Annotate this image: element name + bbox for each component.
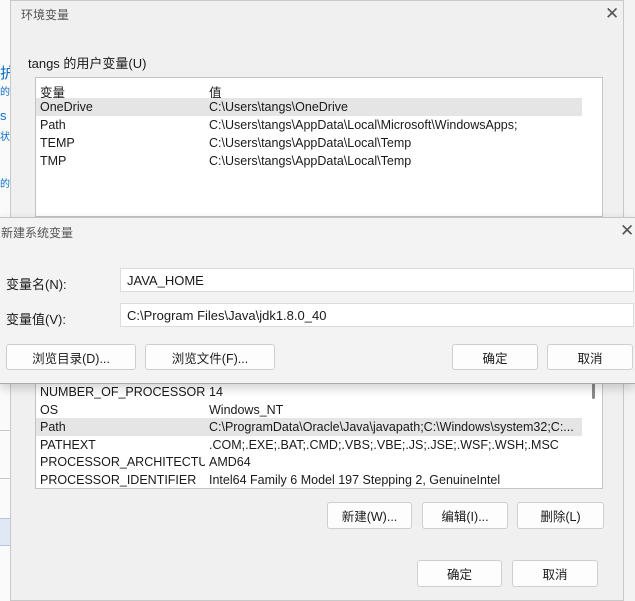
background-selection	[0, 518, 10, 546]
list-item[interactable]: PROCESSOR_ARCHITECTU... AMD64	[36, 453, 582, 471]
background-text: 的	[0, 87, 10, 98]
list-item[interactable]: Path C:\Users\tangs\AppData\Local\Micros…	[36, 116, 582, 134]
background-text: 状	[0, 132, 10, 143]
ok-button[interactable]: 确定	[417, 560, 502, 587]
ok-button[interactable]: 确定	[452, 344, 538, 370]
list-item[interactable]: PATHEXT .COM;.EXE;.BAT;.CMD;.VBS;.VBE;.J…	[36, 436, 582, 454]
list-item[interactable]: OneDrive C:\Users\tangs\OneDrive	[36, 98, 582, 116]
variable-value-input[interactable]	[120, 303, 634, 327]
background-divider	[0, 478, 10, 479]
list-item[interactable]: NUMBER_OF_PROCESSORS 14	[36, 383, 582, 401]
var-value: 14	[209, 385, 223, 399]
var-name: Path	[40, 420, 66, 434]
var-value: AMD64	[209, 455, 251, 469]
var-value: C:\Users\tangs\AppData\Local\Temp	[209, 136, 412, 150]
scrollbar-thumb[interactable]	[592, 383, 595, 399]
var-name: OS	[40, 403, 59, 417]
browse-file-button[interactable]: 浏览文件(F)...	[145, 344, 275, 370]
list-header: 变量 值	[36, 80, 582, 100]
cancel-button[interactable]: 取消	[512, 560, 598, 587]
list-item[interactable]: TEMP C:\Users\tangs\AppData\Local\Temp	[36, 134, 582, 152]
system-vars-list[interactable]: NUMBER_OF_PROCESSORS 14 OS Windows_NT Pa…	[35, 377, 603, 489]
var-value: C:\Users\tangs\OneDrive	[209, 100, 348, 114]
var-name: OneDrive	[40, 100, 93, 114]
var-value: C:\Users\tangs\AppData\Local\Temp	[209, 154, 412, 168]
var-value: Windows_NT	[209, 403, 284, 417]
var-name: Path	[40, 118, 66, 132]
close-icon[interactable]: ✕	[605, 4, 619, 24]
edit-button[interactable]: 编辑(I)...	[422, 502, 508, 529]
dialog-title: 环境变量	[21, 8, 70, 22]
background-text: s	[0, 108, 7, 123]
var-value: C:\Users\tangs\AppData\Local\Microsoft\W…	[209, 118, 518, 132]
list-item[interactable]: OS Windows_NT	[36, 401, 582, 419]
list-item[interactable]: TMP C:\Users\tangs\AppData\Local\Temp	[36, 152, 582, 170]
variable-name-input[interactable]	[120, 268, 634, 292]
list-item[interactable]: PROCESSOR_IDENTIFIER Intel64 Family 6 Mo…	[36, 471, 582, 489]
background-text: 的	[0, 179, 10, 190]
list-item[interactable]: Path C:\ProgramData\Oracle\Java\javapath…	[36, 418, 582, 436]
cancel-button[interactable]: 取消	[547, 344, 633, 370]
var-value: C:\ProgramData\Oracle\Java\javapath;C:\W…	[209, 420, 574, 434]
background-divider	[0, 430, 10, 431]
var-value: Intel64 Family 6 Model 197 Stepping 2, G…	[209, 473, 501, 487]
var-name: NUMBER_OF_PROCESSORS	[40, 385, 205, 399]
var-name: PROCESSOR_IDENTIFIER	[40, 473, 197, 487]
var-name: TMP	[40, 154, 67, 168]
dialog-title: 新建系统变量	[1, 226, 74, 240]
close-icon[interactable]: ✕	[620, 221, 634, 241]
browse-directory-button[interactable]: 浏览目录(D)...	[6, 344, 136, 370]
user-vars-group-label: tangs 的用户变量(U)	[28, 56, 147, 71]
delete-button[interactable]: 删除(L)	[517, 502, 604, 529]
new-button[interactable]: 新建(W)...	[327, 502, 412, 529]
new-system-variable-dialog: 新建系统变量 ✕ 变量名(N): 变量值(V): 浏览目录(D)... 浏览文件…	[0, 217, 635, 384]
variable-name-label: 变量名(N):	[6, 277, 67, 292]
user-vars-list[interactable]: 变量 值 OneDrive C:\Users\tangs\OneDrive Pa…	[35, 77, 603, 217]
var-name: PROCESSOR_ARCHITECTU...	[40, 455, 205, 469]
var-name: TEMP	[40, 136, 75, 150]
var-value: .COM;.EXE;.BAT;.CMD;.VBS;.VBE;.JS;.JSE;.…	[209, 438, 559, 452]
variable-value-label: 变量值(V):	[6, 312, 66, 327]
var-name: PATHEXT	[40, 438, 96, 452]
